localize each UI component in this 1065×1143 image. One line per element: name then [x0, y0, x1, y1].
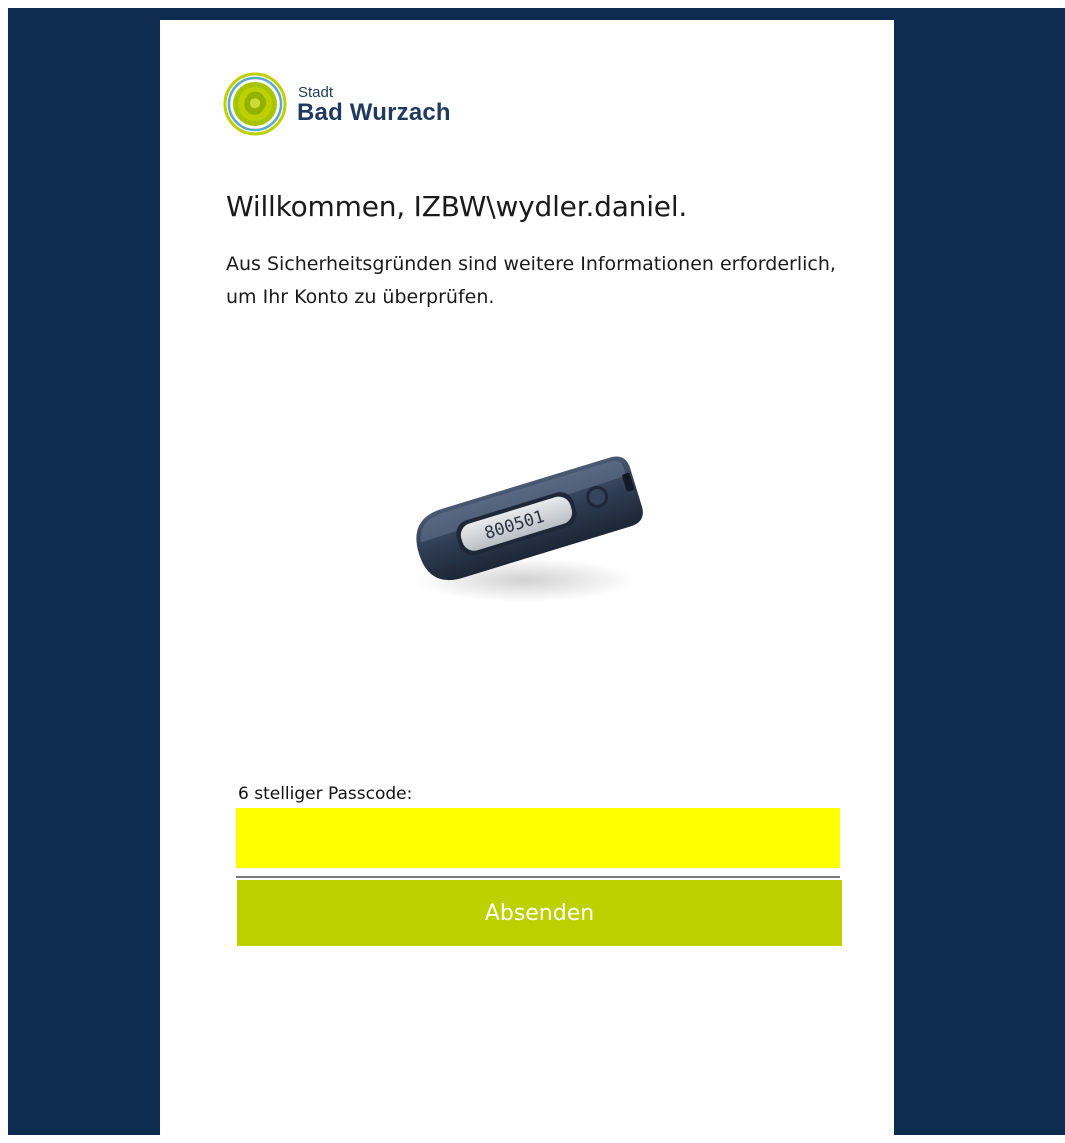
- login-panel: Stadt Bad Wurzach Willkommen, IZBW\wydle…: [160, 20, 894, 1143]
- security-info-text: Aus Sicherheitsgründen sind weitere Info…: [226, 253, 836, 308]
- welcome-heading: Willkommen, IZBW\wydler.daniel.: [226, 190, 688, 223]
- city-logo: Stadt Bad Wurzach: [223, 72, 523, 142]
- passcode-input[interactable]: [236, 808, 840, 868]
- logo-city-name: Bad Wurzach: [297, 99, 451, 126]
- passcode-label: 6 stelliger Passcode:: [238, 784, 413, 804]
- city-emblem-icon: [223, 72, 287, 136]
- otp-token-device-image: 800501: [415, 456, 643, 602]
- separator-line: [236, 876, 840, 878]
- submit-button[interactable]: Absenden: [237, 880, 842, 946]
- page-background: Stadt Bad Wurzach Willkommen, IZBW\wydle…: [8, 8, 1065, 1143]
